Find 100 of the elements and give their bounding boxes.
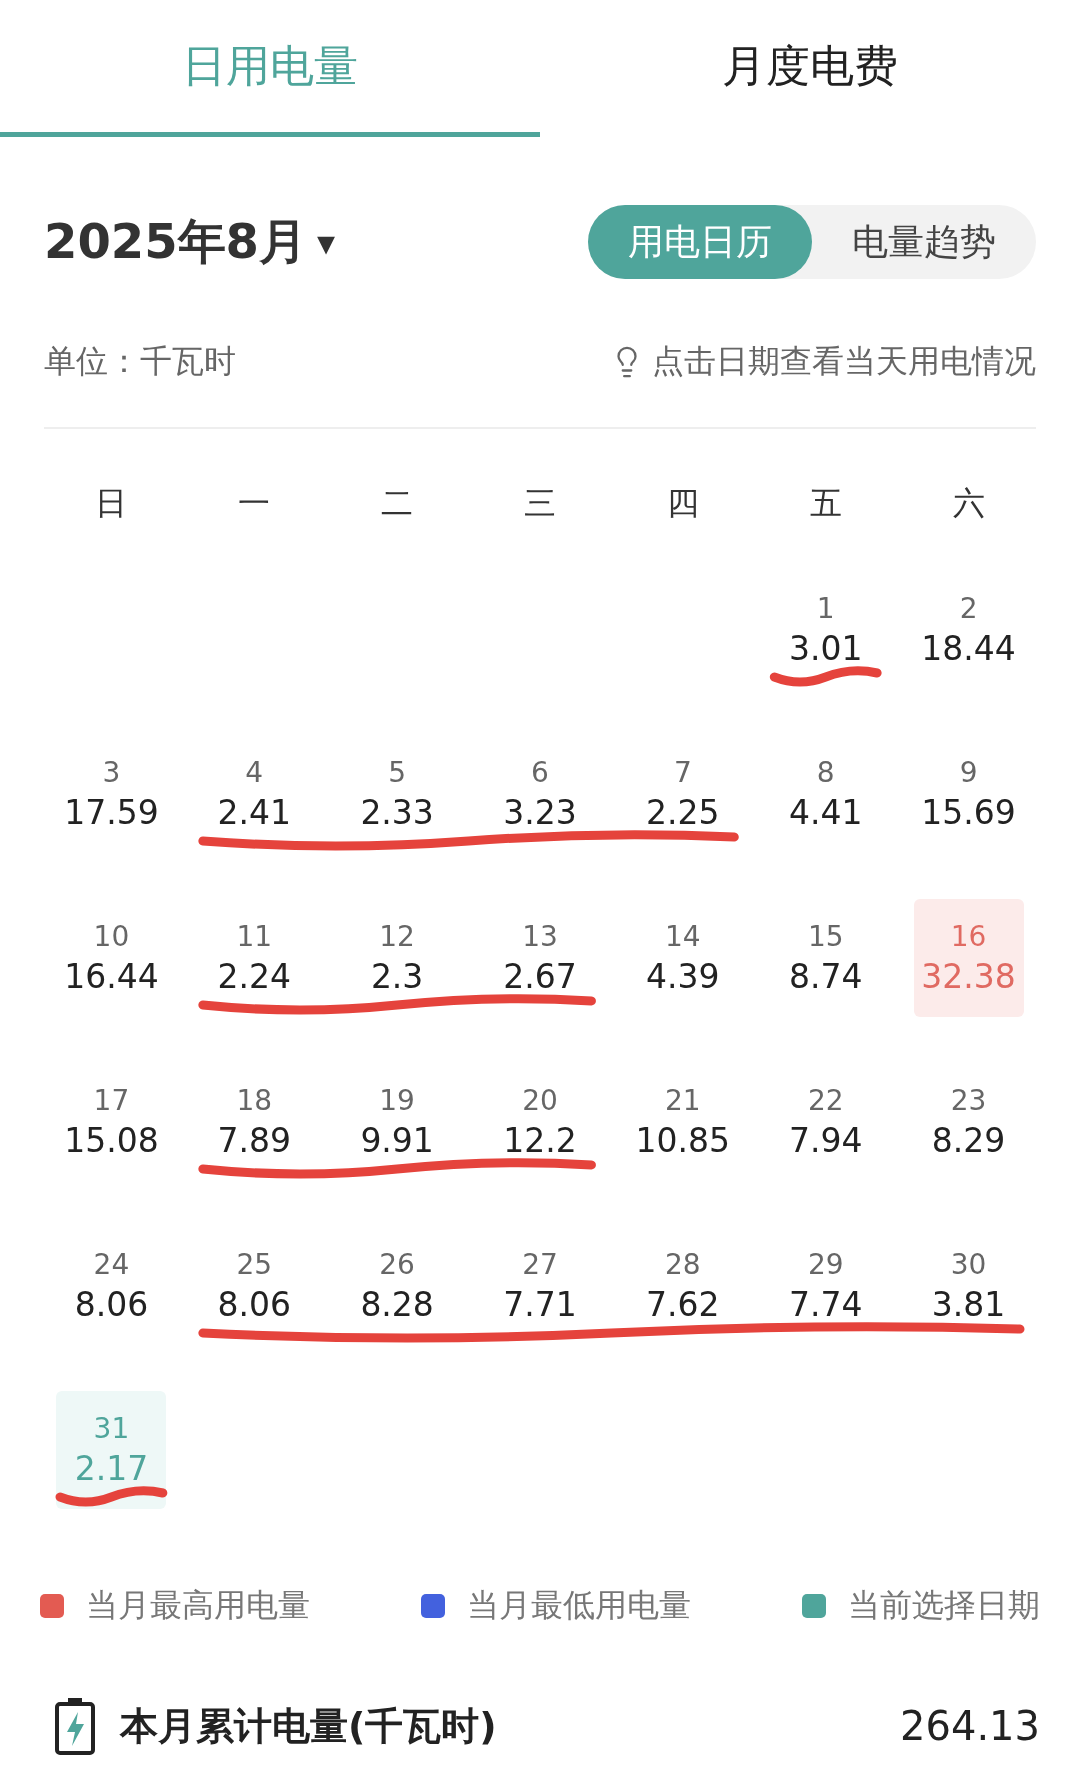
caret-icon[interactable]: ▾ [317, 221, 336, 263]
month-picker[interactable]: 2025年8月 [44, 210, 307, 274]
day-usage: 15.08 [64, 1121, 159, 1160]
weekday-label: 一 [238, 483, 271, 524]
day-number: 31 [93, 1412, 130, 1445]
day-usage: 12.2 [503, 1121, 577, 1160]
day-usage: 3.01 [788, 629, 863, 668]
day-usage: 8.06 [74, 1285, 149, 1324]
day-number: 4 [245, 756, 264, 789]
day-usage: 2.24 [217, 957, 291, 996]
calendar-day[interactable]: 5 2.33 [342, 735, 453, 853]
day-number: 12 [379, 920, 415, 953]
day-number: 20 [522, 1084, 558, 1117]
tab[interactable]: 月度电费 [540, 0, 1080, 137]
calendar-day[interactable]: 12 2.3 [342, 899, 453, 1017]
day-usage: 2.67 [503, 957, 577, 996]
day-usage: 9.91 [360, 1121, 434, 1160]
hint-text: 点击日期查看当天用电情况 [652, 341, 1036, 382]
day-number: 23 [950, 1084, 987, 1117]
calendar-day[interactable]: 20 12.2 [485, 1063, 595, 1181]
calendar-day[interactable]: 27 7.71 [485, 1227, 595, 1345]
day-number: 22 [807, 1084, 844, 1117]
day-usage: 2.25 [646, 793, 720, 832]
day-number: 18 [236, 1084, 273, 1117]
day-number: 7 [673, 756, 692, 789]
day-usage: 8.28 [360, 1285, 434, 1324]
calendar-day[interactable]: 26 8.28 [342, 1227, 453, 1345]
day-number: 24 [93, 1248, 130, 1281]
weekday-label: 四 [666, 483, 699, 524]
day-number: 2 [959, 592, 978, 625]
calendar-day[interactable]: 29 7.74 [770, 1227, 881, 1345]
day-usage: 2.3 [370, 957, 424, 996]
day-number: 30 [950, 1248, 987, 1281]
day-number: 19 [379, 1084, 415, 1117]
day-number: 28 [665, 1248, 701, 1281]
day-number: 27 [522, 1248, 558, 1281]
toggle-option[interactable]: 电量趋势 [812, 205, 1036, 279]
day-number: 10 [93, 920, 130, 953]
weekday-label: 二 [381, 483, 414, 524]
calendar-day[interactable]: 2 18.44 [913, 571, 1024, 689]
day-number: 25 [236, 1248, 273, 1281]
day-number: 9 [959, 756, 978, 789]
day-number: 17 [93, 1084, 130, 1117]
day-number: 14 [665, 920, 701, 953]
calendar-day[interactable]: 14 4.39 [627, 899, 738, 1017]
weekday-label: 日 [95, 483, 128, 524]
day-usage: 16.44 [64, 957, 159, 996]
unit-label: 单位：千瓦时 [44, 341, 236, 382]
calendar-day[interactable]: 24 8.06 [56, 1227, 167, 1345]
calendar-day[interactable]: 25 8.06 [199, 1227, 310, 1345]
day-number: 8 [816, 756, 835, 789]
weekday-label: 三 [524, 483, 556, 524]
calendar-day[interactable]: 13 2.67 [485, 899, 595, 1017]
day-usage: 17.59 [64, 793, 159, 832]
calendar-day[interactable]: 1 3.01 [770, 571, 881, 689]
day-usage: 7.71 [503, 1285, 577, 1324]
calendar-day[interactable]: 23 8.29 [913, 1063, 1024, 1181]
day-number: 5 [388, 756, 407, 789]
day-number: 11 [236, 920, 273, 953]
calendar-day[interactable]: 10 16.44 [56, 899, 167, 1017]
calendar-day[interactable]: 21 10.85 [627, 1063, 738, 1181]
calendar-day[interactable]: 18 7.89 [199, 1063, 310, 1181]
day-usage: 2.17 [74, 1449, 149, 1488]
calendar-day[interactable]: 4 2.41 [199, 735, 310, 853]
day-usage: 4.39 [646, 957, 720, 996]
day-number: 13 [522, 920, 558, 953]
calendar-day[interactable]: 28 7.62 [627, 1227, 738, 1345]
day-usage: 3.81 [931, 1285, 1006, 1324]
day-number: 3 [102, 756, 121, 789]
legend-label: 当月最低用电量 [467, 1585, 691, 1626]
calendar-day[interactable]: 6 3.23 [485, 735, 595, 853]
calendar-day[interactable]: 7 2.25 [627, 735, 738, 853]
calendar-day[interactable]: 8 4.41 [770, 735, 881, 853]
day-usage: 7.94 [788, 1121, 863, 1160]
day-usage: 15.69 [921, 793, 1016, 832]
calendar-day[interactable]: 11 2.24 [199, 899, 310, 1017]
calendar-day[interactable]: 19 9.91 [342, 1063, 453, 1181]
calendar-day[interactable]: 22 7.94 [770, 1063, 881, 1181]
total-label: 本月累计电量(千瓦时) [120, 1702, 497, 1750]
calendar-day[interactable]: 17 15.08 [56, 1063, 167, 1181]
day-usage: 7.89 [217, 1121, 291, 1160]
calendar-day[interactable]: 30 3.81 [913, 1227, 1024, 1345]
calendar-day[interactable]: 15 8.74 [770, 899, 881, 1017]
calendar-day[interactable]: 9 15.69 [913, 735, 1024, 853]
day-usage: 8.29 [931, 1121, 1006, 1160]
day-usage: 4.41 [788, 793, 863, 832]
weekday-label: 六 [952, 483, 985, 524]
day-usage: 8.06 [217, 1285, 291, 1324]
day-usage: 8.74 [788, 957, 863, 996]
battery-icon [54, 1696, 96, 1756]
day-number: 15 [807, 920, 844, 953]
day-number: 1 [816, 592, 835, 625]
total-value: 264.13 [900, 1703, 1040, 1749]
day-number: 29 [807, 1248, 844, 1281]
calendar-day[interactable]: 3 17.59 [56, 735, 167, 853]
day-usage: 2.33 [360, 793, 434, 832]
day-usage: 10.85 [635, 1121, 731, 1160]
legend-label: 当月最高用电量 [86, 1585, 310, 1626]
day-usage: 3.23 [503, 793, 577, 832]
weekday-label: 五 [809, 483, 842, 524]
